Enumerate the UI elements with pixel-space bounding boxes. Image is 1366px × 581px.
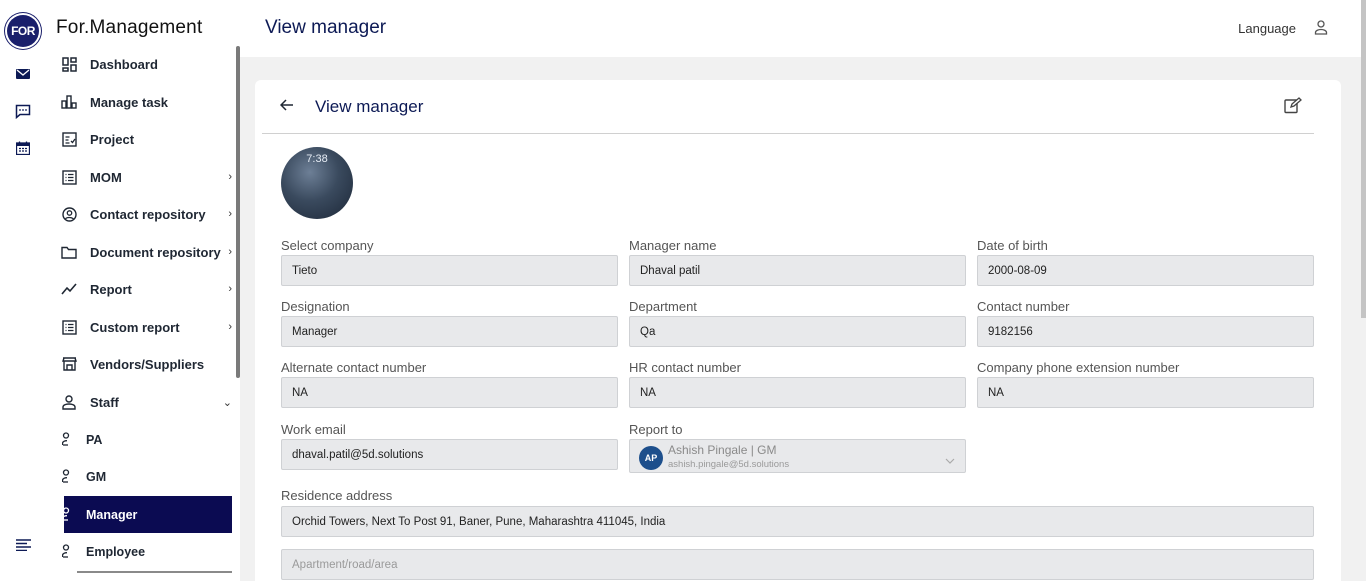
language-selector[interactable]: Language [1238,21,1296,36]
sidebar-subitem-label: GM [86,469,107,484]
alt-contact-label: Alternate contact number [281,360,427,375]
contact-icon [60,205,78,223]
extension-field[interactable]: NA [977,377,1314,408]
edit-icon[interactable] [1284,97,1302,115]
dashboard-icon [60,55,78,73]
contact-number-field[interactable]: 9182156 [977,316,1314,347]
list-icon [60,318,78,336]
sidebar-subitem-manager[interactable]: Manager [61,496,232,533]
hr-contact-field[interactable]: NA [629,377,966,408]
project-icon [60,130,78,148]
sidebar-item-label: Dashboard [90,56,158,72]
work-email-label: Work email [281,422,346,437]
sidebar-subitem-label: PA [86,432,103,447]
sidebar-divider [77,571,232,573]
person-icon [60,393,78,411]
report-to-email: ashish.pingale@5d.solutions [668,459,790,470]
view-manager-card: View manager 7:38 Select company Tieto M… [255,80,1341,581]
sidebar-item-label: Manage task [90,94,169,110]
sidebar-item-label: Document repository [90,244,221,260]
sidebar-item-label: Report [90,281,132,297]
chevron-down-icon: ⌄ [222,396,232,409]
back-arrow-icon[interactable] [279,98,296,114]
chevron-right-icon: › [228,208,232,220]
chevron-down-icon[interactable] [945,451,955,464]
sidebar-item-project[interactable]: Project [46,121,236,157]
sidebar-item-label: Vendors/Suppliers [90,356,205,372]
sidebar-item-vendors-suppliers[interactable]: Vendors/Suppliers [46,346,236,382]
department-label: Department [629,299,697,314]
report-to-label: Report to [629,422,683,437]
sidebar-item-manage-task[interactable]: Manage task [46,84,236,120]
sidebar-item-dashboard[interactable]: Dashboard [46,46,236,82]
report-to-select[interactable]: AP Ashish Pingale | GM ashish.pingale@5d… [629,439,966,473]
header-divider [262,133,1314,134]
sidebar-item-report[interactable]: Report › [46,271,236,307]
work-email-field[interactable]: dhaval.patil@5d.solutions [281,439,618,470]
icon-rail: FOR [0,0,46,581]
person-icon [61,507,76,521]
dob-label: Date of birth [977,238,1048,253]
sidebar-item-custom-report[interactable]: Custom report › [46,309,236,345]
sidebar-item-label: Contact repository [90,206,206,222]
dob-field[interactable]: 2000-08-09 [977,255,1314,286]
hr-contact-label: HR contact number [629,360,741,375]
sidebar-item-staff[interactable]: Staff ⌄ [46,384,236,420]
app-logo[interactable]: FOR [7,15,39,47]
menu-icon[interactable] [13,535,33,555]
bar-chart-icon [60,93,78,111]
manager-name-field[interactable]: Dhaval patil [629,255,966,286]
sidebar-item-document-repository[interactable]: Document repository › [46,234,236,270]
sidebar-item-label: MOM [90,169,122,185]
calendar-icon[interactable] [13,138,33,158]
chevron-right-icon: › [228,171,232,183]
sidebar-subitem-gm[interactable]: GM [61,458,232,495]
department-field[interactable]: Qa [629,316,966,347]
sidebar-item-label: Project [90,131,135,147]
brand-name: For.Management [56,17,203,38]
sidebar-item-label: Custom report [90,319,180,335]
trend-icon [60,280,78,298]
folder-icon [60,243,78,261]
page-title: View manager [265,17,387,38]
chat-icon[interactable] [13,101,33,121]
mail-icon[interactable] [13,64,33,84]
avatar: 7:38 [281,147,353,219]
sidebar-item-label: Staff [90,394,119,410]
person-icon [61,432,76,446]
designation-field[interactable]: Manager [281,316,618,347]
extension-label: Company phone extension number [977,360,1180,375]
card-title: View manager [315,97,424,116]
sidebar-subitem-employee[interactable]: Employee [61,533,232,570]
report-to-avatar: AP [639,446,663,470]
report-to-name: Ashish Pingale | GM [668,443,777,457]
sidebar-subitem-label: Manager [86,507,138,522]
manager-name-label: Manager name [629,238,717,253]
user-icon[interactable] [1314,20,1330,36]
sidebar-scrollbar[interactable] [236,46,240,378]
residence-address-field[interactable]: Orchid Towers, Next To Post 91, Baner, P… [281,506,1314,537]
person-icon [61,544,76,558]
sidebar-item-contact-repository[interactable]: Contact repository › [46,196,236,232]
chevron-right-icon: › [228,246,232,258]
chevron-right-icon: › [228,283,232,295]
company-label: Select company [281,238,374,253]
page-scrollbar[interactable] [1361,0,1366,318]
residence-label: Residence address [281,488,393,503]
sidebar-item-mom[interactable]: MOM › [46,159,236,195]
sidebar-subitem-label: Employee [86,544,146,559]
top-header: View manager Language [240,0,1366,57]
person-icon [61,469,76,483]
company-field[interactable]: Tieto [281,255,618,286]
store-icon [60,355,78,373]
chevron-right-icon: › [228,321,232,333]
list-icon [60,168,78,186]
alt-contact-field[interactable]: NA [281,377,618,408]
designation-label: Designation [281,299,350,314]
sidebar: For.Management Dashboard Manage task Pro… [46,0,240,581]
contact-number-label: Contact number [977,299,1070,314]
sidebar-subitem-pa[interactable]: PA [61,421,232,458]
avatar-clock-text: 7:38 [306,153,328,165]
apartment-field[interactable]: Apartment/road/area [281,549,1314,580]
